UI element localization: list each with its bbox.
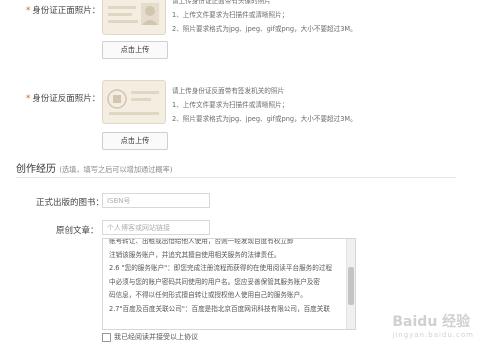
- agreement-line: 2.6 "您的服务账户"：即您完成注册流程而获得的在使用阅读平台服务的过程: [109, 264, 333, 272]
- watermark-text: Baidu 经验: [392, 314, 471, 330]
- back-photo-label: * 身份证反面照片：: [26, 92, 100, 104]
- front-hint-title: 请上传身份证正面带有头像的照片: [172, 0, 271, 5]
- front-hint-1: 1、上传文件要求为扫描件或清晰照片；: [172, 11, 289, 19]
- book-label: 正式出版的图书：: [36, 198, 105, 208]
- scrollbar-thumb[interactable]: [348, 267, 354, 305]
- baidu-jingyan-watermark: Baidu 经验 jingyan.baidu.com: [392, 311, 474, 339]
- agreement-scrollbar[interactable]: [346, 239, 355, 329]
- agreement-lines: 账号转让、出租或出借给他人使用，否则一经发现百度有权立即 注销该服务账户，并追究…: [109, 238, 343, 316]
- original-link-input[interactable]: 个人博客或网站链接: [102, 220, 210, 235]
- required-mark: *: [26, 6, 31, 16]
- agreement-line: 码信息，不得以任何形式擅自转让或授权他人使用自己的服务账户。: [109, 291, 307, 299]
- id-card-front-illustration: [108, 3, 159, 25]
- creation-history-title: 创作经历 (选填，填写之后可以增加通过概率): [16, 160, 173, 175]
- agreement-line: 注销该服务账户，并追究其擅自使用相关服务的法律责任。: [109, 250, 281, 259]
- section-divider: [16, 177, 456, 178]
- back-hint-2: 2、照片要求格式为jpg、jpeg、gif或png，大小不要超过3M。: [172, 115, 357, 123]
- agree-checkbox[interactable]: [102, 333, 111, 342]
- agreement-line: 账号转让、出租或出借给他人使用，否则一经发现百度有权立即: [109, 238, 294, 245]
- section-subtitle: (选填，填写之后可以增加通过概率): [59, 165, 173, 174]
- front-photo-label: * 身份证正面照片：: [26, 4, 100, 16]
- watermark-url: jingyan.baidu.com: [392, 331, 474, 339]
- front-upload-button[interactable]: 点击上传: [102, 41, 168, 59]
- id-card-back-sample: [102, 80, 166, 124]
- id-card-back-illustration: [107, 89, 159, 115]
- back-upload-button[interactable]: 点击上传: [102, 132, 168, 150]
- back-photo-label-text: 身份证反面照片：: [32, 94, 101, 104]
- front-hint: 请上传身份证正面带有头像的照片 1、上传文件要求为扫描件或清晰照片； 2、照片要…: [172, 0, 357, 36]
- id-card-front-sample: [102, 0, 166, 35]
- back-hint-1: 1、上传文件要求为扫描件或清晰照片；: [172, 101, 289, 109]
- section-title-text: 创作经历: [16, 164, 56, 175]
- back-hint: 请上传身份证反面带有签发机关的照片 1、上传文件要求为扫描件或清晰照片； 2、照…: [172, 84, 357, 126]
- agreement-textbox[interactable]: 账号转让、出租或出借给他人使用，否则一经发现百度有权立即 注销该服务账户，并追究…: [102, 238, 356, 330]
- agreement-line: 2.7"百度及百度关联公司"：百度是指北京百度网讯科技有限公司，百度关联: [109, 304, 330, 313]
- agree-checkbox-label[interactable]: 我已经阅读并接受以上协议: [114, 332, 198, 342]
- original-label: 原创文章：: [56, 226, 99, 236]
- agreement-line: 中必须与您的账户密码共同使用的用户名。您应妥善保管其服务账户及密: [109, 277, 320, 286]
- front-hint-2: 2、照片要求格式为jpg、jpeg、gif或png，大小不要超过3M。: [172, 25, 357, 33]
- back-hint-title: 请上传身份证反面带有签发机关的照片: [172, 87, 285, 95]
- front-photo-label-text: 身份证正面照片：: [32, 6, 101, 16]
- required-mark: *: [26, 94, 31, 104]
- isbn-input[interactable]: ISBN号: [102, 193, 210, 208]
